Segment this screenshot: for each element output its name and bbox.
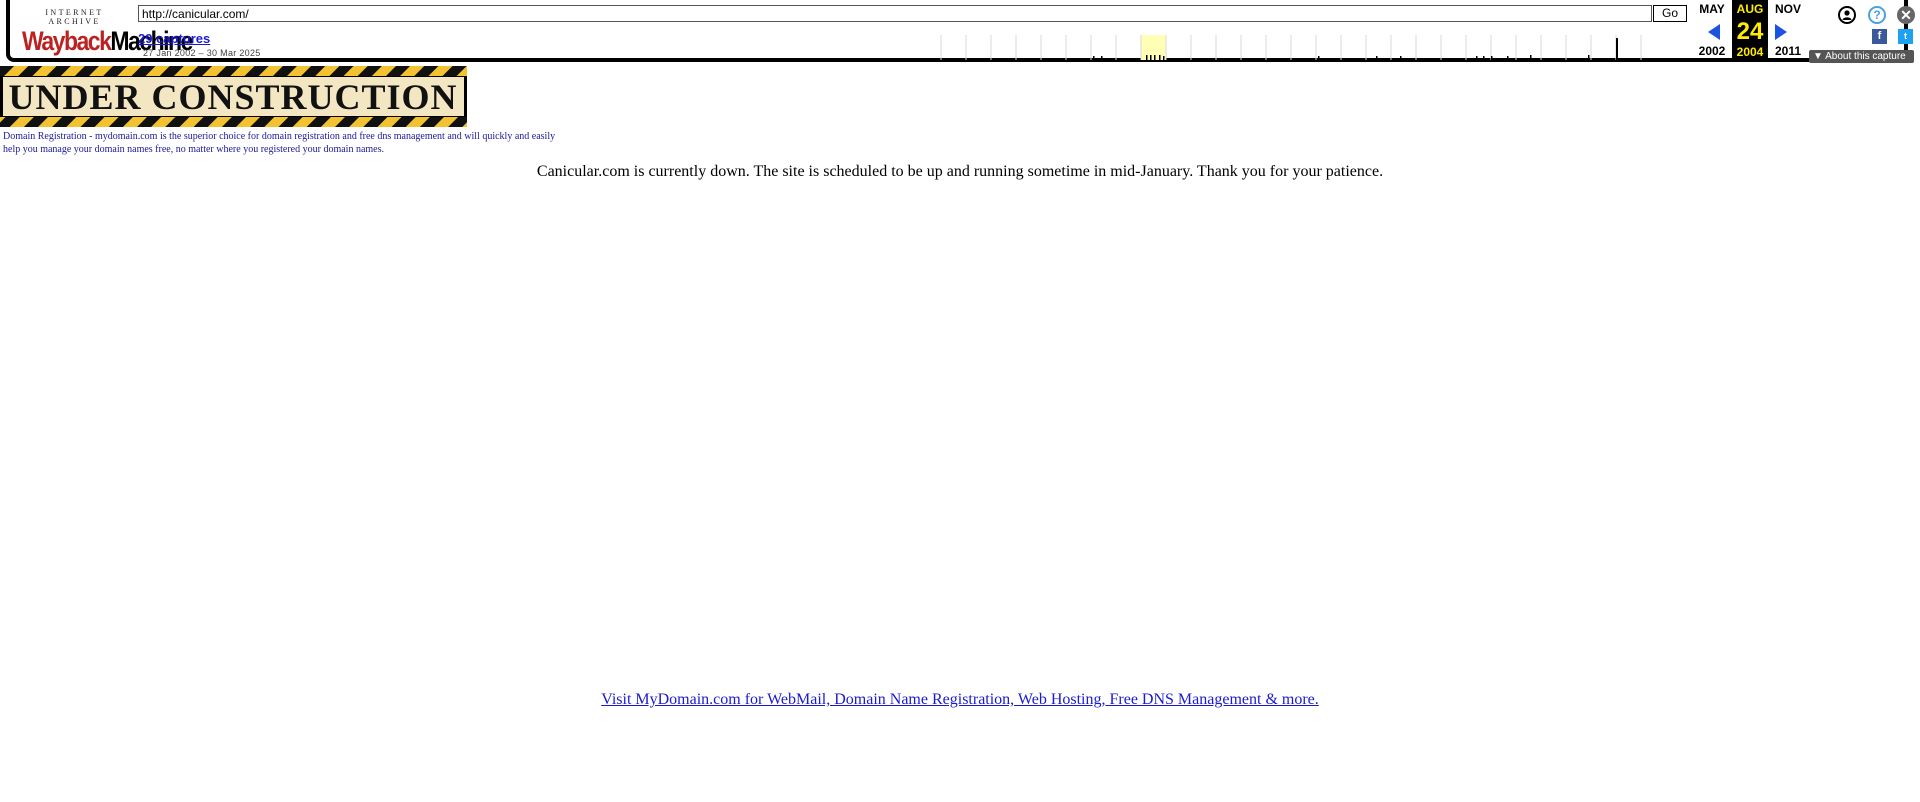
current-capture-date: AUG 24 2004 (1732, 0, 1768, 62)
wayback-toolbar: INTERNET ARCHIVE WaybackMachine Go 29 ca… (6, 0, 1915, 63)
capture-date-range: 27 Jan 2002 – 30 Mar 2025 (143, 48, 261, 58)
sparkline-capture-tick (1093, 56, 1095, 60)
sparkline-capture-tick (1507, 56, 1509, 60)
sparkline-capture-tick (1159, 55, 1161, 60)
go-button[interactable]: Go (1653, 5, 1687, 22)
sparkline-capture-tick (1101, 56, 1103, 60)
visit-mydomain-link[interactable]: Visit MyDomain.com for WebMail, Domain N… (601, 691, 1319, 708)
sparkline-selected-year (1141, 35, 1166, 60)
close-icon[interactable]: ✕ (1897, 6, 1915, 24)
current-year: 2004 (1736, 45, 1764, 59)
sparkline-capture-tick (1154, 55, 1156, 60)
about-capture-button[interactable]: ▼ About this capture (1809, 50, 1914, 63)
user-icon[interactable] (1838, 6, 1856, 24)
url-input[interactable] (138, 5, 1652, 22)
sparkline-capture-tick (1530, 55, 1532, 60)
user-glyph (1842, 10, 1852, 20)
prev-capture-arrow-icon[interactable] (1708, 24, 1720, 40)
prev-month-label[interactable]: MAY (1692, 2, 1732, 16)
sparkline-capture-tick (1163, 56, 1165, 60)
capture-sparkline[interactable] (938, 30, 1678, 60)
sparkline-capture-tick (1146, 55, 1148, 60)
captures-link[interactable]: 29 captures (138, 31, 210, 46)
sparkline-capture-tick (1150, 55, 1152, 60)
site-down-message: Canicular.com is currently down. The sit… (536, 163, 1384, 180)
sparkline-capture-tick (1318, 56, 1320, 60)
prev-year-label[interactable]: 2002 (1692, 44, 1732, 58)
sparkline-capture-tick (1616, 38, 1618, 60)
next-year-label[interactable]: 2011 (1768, 44, 1808, 58)
next-month-label[interactable]: NOV (1768, 2, 1808, 16)
twitter-icon[interactable]: t (1898, 29, 1913, 44)
logo-internet-archive-text: INTERNET ARCHIVE (45, 8, 104, 26)
logo-wayback-machine-text: WaybackMachine (22, 26, 193, 56)
under-construction-banner: UNDER CONSTRUCTION (0, 66, 467, 127)
domain-registration-text: Domain Registration - mydomain.com is th… (3, 131, 556, 155)
next-capture-arrow-icon[interactable] (1775, 24, 1787, 40)
visit-mydomain-paragraph: Visit MyDomain.com for WebMail, Domain N… (0, 691, 1920, 709)
sparkline-capture-tick (1588, 55, 1590, 60)
facebook-icon[interactable]: f (1872, 29, 1887, 44)
sparkline-capture-tick (1376, 56, 1378, 60)
help-icon[interactable]: ? (1868, 6, 1886, 24)
current-month: AUG (1736, 2, 1764, 16)
sparkline-capture-tick (1476, 56, 1478, 60)
wayback-logo[interactable]: INTERNET ARCHIVE WaybackMachine (22, 8, 193, 56)
sparkline-capture-tick (1483, 56, 1485, 60)
banner-text: UNDER CONSTRUCTION (8, 77, 457, 117)
current-day: 24 (1736, 18, 1764, 45)
sparkline-capture-tick (1400, 56, 1402, 60)
sparkline-capture-tick (1491, 56, 1493, 60)
mydomain-link[interactable]: mydomain.com (95, 131, 158, 142)
